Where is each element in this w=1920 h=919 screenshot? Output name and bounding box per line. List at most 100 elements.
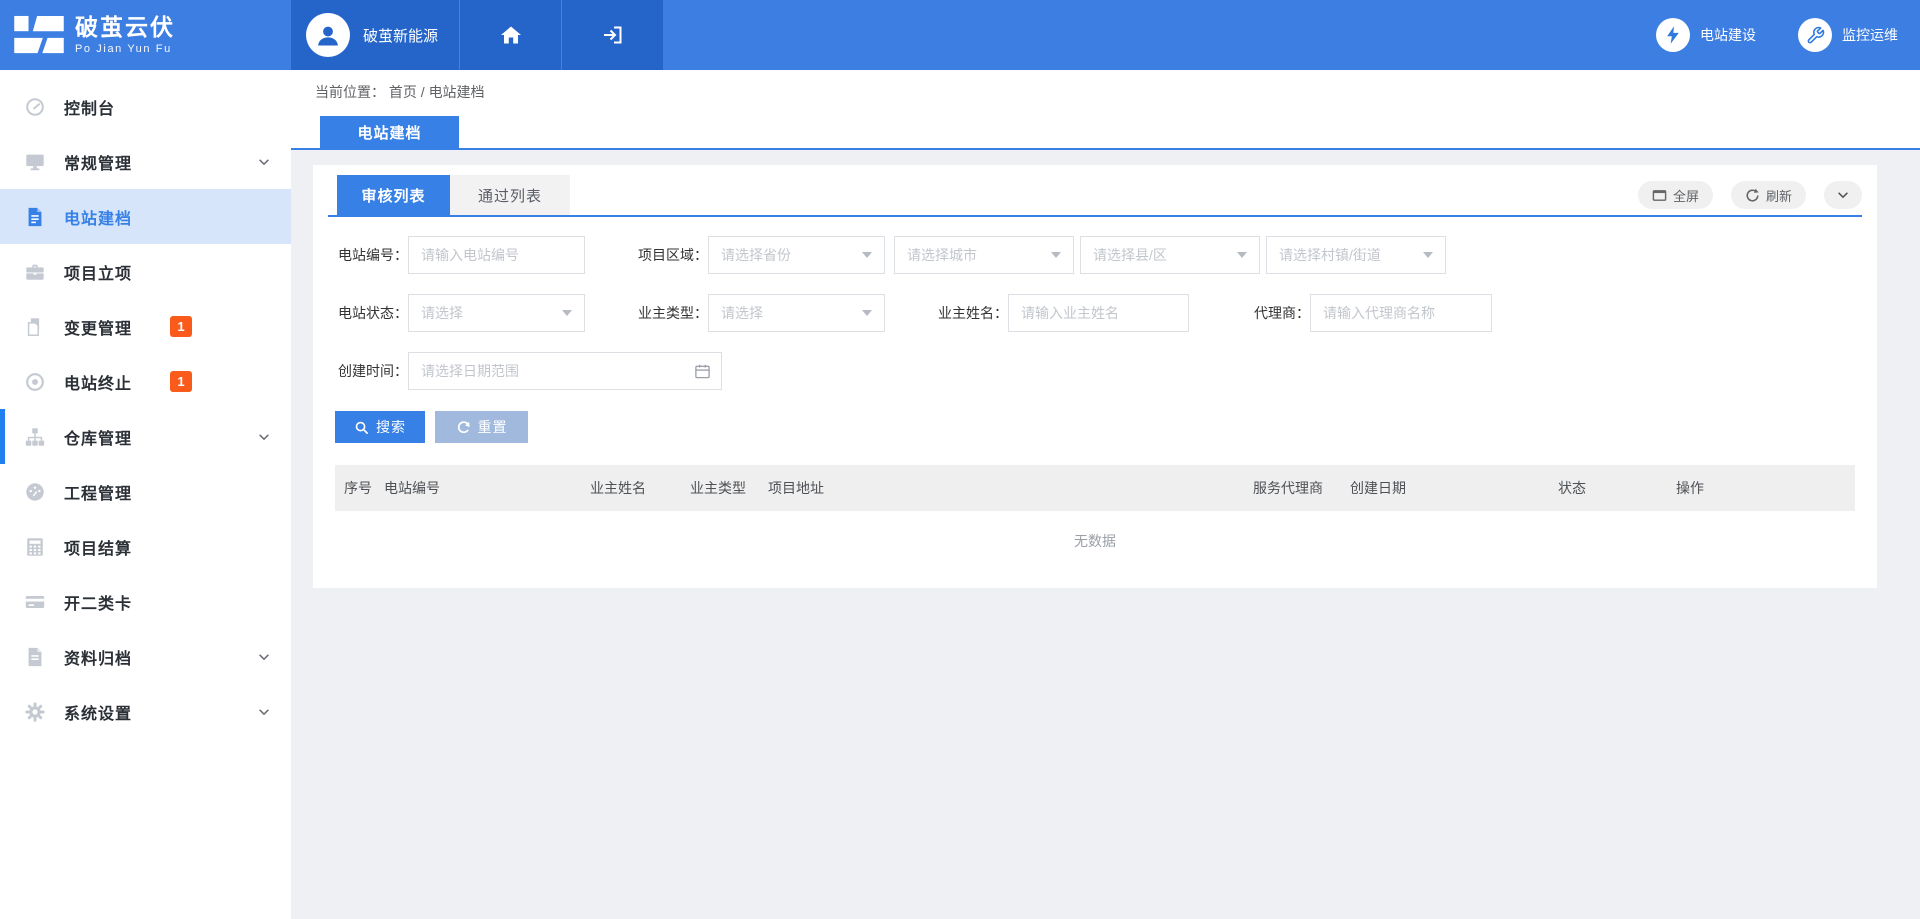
refresh-label: 刷新	[1766, 186, 1792, 205]
caret-down-icon	[1237, 252, 1247, 263]
chevron-down-icon	[1836, 188, 1850, 202]
station-status-label: 电站状态：	[313, 294, 408, 332]
chevron-down-icon	[257, 430, 271, 444]
speedometer-icon	[24, 481, 46, 503]
header-user-section: 破茧新能源	[291, 0, 663, 70]
home-icon	[499, 23, 523, 47]
owner-name-label: 业主姓名：	[913, 294, 1008, 332]
brand-logo-area: 破茧云伏 Po Jian Yun Fu	[0, 0, 291, 70]
fullscreen-button[interactable]: 全屏	[1638, 181, 1713, 209]
refresh-button[interactable]: 刷新	[1731, 181, 1806, 209]
briefcase-icon	[24, 261, 46, 283]
sidebar-item-project-settlement[interactable]: 项目结算	[0, 519, 291, 574]
user-icon	[314, 21, 342, 49]
logout-button[interactable]	[561, 0, 663, 70]
search-icon	[354, 420, 369, 435]
search-button[interactable]: 搜索	[335, 411, 425, 443]
city-select-value: 请选择城市	[907, 247, 977, 263]
calculator-icon	[24, 536, 46, 558]
nav-monitor-ops[interactable]: 监控运维	[1798, 18, 1898, 52]
sidebar-item-label: 电站终止	[64, 370, 132, 394]
town-select[interactable]: 请选择村镇/街道	[1266, 236, 1446, 274]
owner-type-value: 请选择	[721, 305, 763, 321]
col-address: 项目地址	[768, 478, 1253, 498]
calendar-icon	[694, 363, 711, 380]
fullscreen-label: 全屏	[1673, 186, 1699, 205]
station-no-input[interactable]	[409, 237, 584, 273]
sidebar-item-engineering-mgmt[interactable]: 工程管理	[0, 464, 291, 519]
brand-subtitle: Po Jian Yun Fu	[75, 43, 175, 55]
date-range-input[interactable]	[409, 353, 694, 389]
card-icon	[24, 591, 46, 613]
notification-badge: 1	[170, 371, 192, 392]
brand-title: 破茧云伏	[75, 15, 175, 40]
date-range-field[interactable]	[408, 352, 722, 390]
home-button[interactable]	[459, 0, 561, 70]
refresh-icon	[1745, 188, 1760, 203]
caret-down-icon	[862, 252, 872, 263]
caret-down-icon	[862, 310, 872, 321]
sidebar-item-open-card[interactable]: 开二类卡	[0, 574, 291, 629]
collapse-button[interactable]	[1824, 181, 1862, 209]
tab-passed-list[interactable]: 通过列表	[450, 175, 570, 215]
region-label: 项目区域：	[613, 236, 708, 274]
nav-station-build[interactable]: 电站建设	[1656, 18, 1756, 52]
reset-button[interactable]: 重置	[435, 411, 528, 443]
owner-name-field	[1008, 294, 1189, 332]
user-info[interactable]: 破茧新能源	[291, 0, 459, 70]
stop-circle-icon	[24, 371, 46, 393]
sidebar-item-station-archive[interactable]: 电站建档	[0, 189, 291, 244]
caret-down-icon	[562, 310, 572, 321]
agent-label: 代理商：	[1213, 294, 1310, 332]
breadcrumb-home-link[interactable]: 首页	[389, 84, 417, 100]
sidebar-item-change-mgmt[interactable]: 变更管理 1	[0, 299, 291, 354]
sidebar-item-console[interactable]: 控制台	[0, 79, 291, 134]
breadcrumb-prefix: 当前位置：	[315, 84, 385, 100]
sidebar-item-general-mgmt[interactable]: 常规管理	[0, 134, 291, 189]
avatar[interactable]	[306, 13, 350, 57]
sitemap-icon	[24, 426, 46, 448]
owner-type-select[interactable]: 请选择	[708, 294, 885, 332]
content-card: 审核列表 通过列表 全屏 刷新 电站编号：	[313, 165, 1877, 588]
county-select[interactable]: 请选择县/区	[1080, 236, 1260, 274]
city-select[interactable]: 请选择城市	[894, 236, 1074, 274]
sidebar-item-label: 仓库管理	[64, 425, 132, 449]
table-header-row: 序号 电站编号 业主姓名 业主类型 项目地址 服务代理商 创建日期 状态 操作	[335, 465, 1855, 511]
owner-name-input[interactable]	[1009, 295, 1188, 331]
agent-field	[1310, 294, 1492, 332]
tab-review-list[interactable]: 审核列表	[337, 175, 450, 215]
brand-logo-icon	[14, 15, 64, 55]
sidebar-item-data-archive[interactable]: 资料归档	[0, 629, 291, 684]
sidebar-item-label: 变更管理	[64, 315, 132, 339]
town-select-value: 请选择村镇/街道	[1279, 247, 1381, 263]
document-icon	[24, 206, 46, 228]
sidebar-item-project-initiation[interactable]: 项目立项	[0, 244, 291, 299]
sidebar-item-label: 电站建档	[64, 205, 132, 229]
breadcrumb: 当前位置： 首页 / 电站建档	[315, 82, 485, 102]
created-time-label: 创建时间：	[313, 352, 408, 390]
page-tab-station-archive[interactable]: 电站建档	[320, 116, 459, 148]
agent-input[interactable]	[1311, 295, 1491, 331]
owner-type-label: 业主类型：	[613, 294, 708, 332]
sidebar-item-system-settings[interactable]: 系统设置	[0, 684, 291, 739]
header-divider	[291, 148, 1920, 150]
station-status-select[interactable]: 请选择	[408, 294, 585, 332]
gear-icon	[24, 701, 46, 723]
nav-station-build-label: 电站建设	[1700, 25, 1756, 45]
copy-pages-icon	[24, 316, 46, 338]
lightning-icon	[1656, 18, 1690, 52]
sidebar-item-station-terminate[interactable]: 电站终止 1	[0, 354, 291, 409]
col-created: 创建日期	[1350, 478, 1558, 498]
panel-tools: 全屏 刷新	[1638, 181, 1862, 209]
breadcrumb-bar: 当前位置： 首页 / 电站建档 电站建档	[291, 70, 1920, 148]
sidebar-item-warehouse-mgmt[interactable]: 仓库管理	[0, 409, 291, 464]
main-area: 当前位置： 首页 / 电站建档 电站建档 审核列表 通过列表 全屏 刷新	[291, 70, 1920, 919]
station-status-value: 请选择	[421, 305, 463, 321]
tab-underline	[328, 215, 1862, 217]
station-no-field	[408, 236, 585, 274]
col-agent: 服务代理商	[1253, 478, 1350, 498]
sidebar-item-label: 控制台	[64, 95, 115, 119]
province-select[interactable]: 请选择省份	[708, 236, 885, 274]
reset-icon	[456, 420, 471, 435]
nav-monitor-ops-label: 监控运维	[1842, 25, 1898, 45]
